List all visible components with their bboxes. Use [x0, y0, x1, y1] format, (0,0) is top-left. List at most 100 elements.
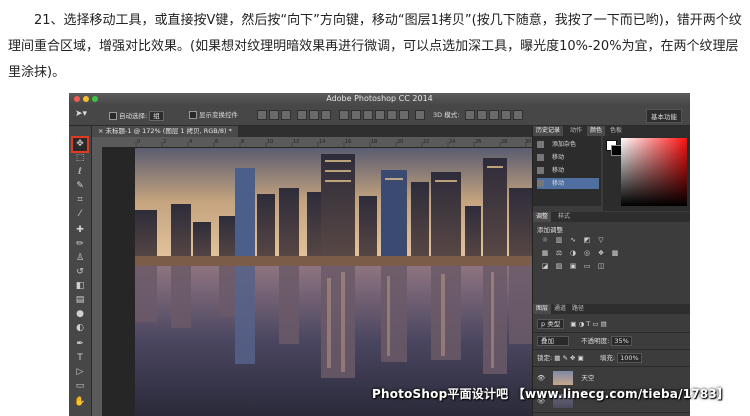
blend-mode-dropdown[interactable]: 叠加	[537, 336, 569, 346]
history-item[interactable]: 添加杂色	[537, 139, 599, 150]
tab-history[interactable]: 历史记录	[533, 126, 564, 136]
history-brush-tool-button[interactable]: ↺	[73, 266, 87, 279]
auto-align-icon[interactable]	[415, 110, 425, 120]
move-tool-button[interactable]: ✥	[71, 136, 89, 153]
show-transform-checkbox[interactable]	[189, 111, 197, 119]
align-vcenter-icon[interactable]	[269, 110, 279, 120]
color-balance-icon[interactable]: ⚖	[555, 249, 563, 257]
history-item-current[interactable]: 移动	[537, 178, 599, 189]
document-tab-bar: × 未标题-1 @ 172% (图层 1 拷贝, RGB/8) *	[92, 126, 532, 137]
3d-roll-icon[interactable]	[477, 110, 487, 120]
tab-color[interactable]: 颜色	[587, 126, 606, 136]
layer-thumbnail	[553, 371, 574, 385]
invert-icon[interactable]: ◪	[541, 262, 549, 270]
3d-rotate-icon[interactable]	[465, 110, 475, 120]
filter-type-icon[interactable]: T	[586, 320, 590, 328]
layer-kind-filter[interactable]: p 类型	[537, 319, 565, 329]
fill-input[interactable]: 100%	[617, 353, 642, 363]
blend-row: 叠加 不透明度: 35%	[533, 333, 690, 350]
clone-stamp-tool-button[interactable]: ♙	[73, 252, 87, 265]
blur-tool-button[interactable]: ●	[73, 308, 87, 321]
lock-paint-icon[interactable]: ✎	[563, 354, 568, 362]
tab-actions[interactable]: 动作	[567, 126, 585, 136]
lock-pixels-icon[interactable]: ▦	[554, 354, 560, 362]
history-item[interactable]: 移动	[537, 165, 599, 176]
align-bottom-icon[interactable]	[281, 110, 291, 120]
auto-select-dropdown[interactable]: 组	[149, 111, 164, 121]
workspace-switcher[interactable]: 基本功能	[646, 109, 682, 123]
lock-move-icon[interactable]: ✥	[570, 354, 575, 362]
brightness-icon[interactable]: ☼	[541, 236, 549, 244]
distribute-top-icon[interactable]	[339, 110, 349, 120]
hue-saturation-icon[interactable]: ▦	[541, 249, 549, 257]
visibility-eye-icon[interactable]: 👁	[537, 374, 545, 382]
show-transform-option[interactable]: 显示变换控件	[189, 111, 238, 119]
document-canvas[interactable]	[135, 148, 535, 416]
options-bar: ➤▾ 自动选择: 组 显示变换控件 3D 模式: 基本功能	[69, 105, 690, 126]
distribute-right-icon[interactable]	[399, 110, 409, 120]
ruler-label: 20	[397, 139, 403, 145]
quick-select-tool-button[interactable]: ✎	[73, 180, 87, 193]
tab-styles[interactable]: 样式	[555, 212, 573, 222]
levels-icon[interactable]: ▥	[555, 236, 563, 244]
path-select-tool-button[interactable]: ▷	[73, 366, 87, 379]
crop-tool-button[interactable]: ⌗	[73, 194, 87, 207]
filter-adjust-icon[interactable]: ◑	[579, 320, 585, 328]
gradient-map-icon[interactable]: ▭	[583, 262, 591, 270]
adjustment-icons: ☼ ▥ ∿ ◩ ▽ ▦ ⚖ ◑ ◎ ❖ ▩ ◪ ▨ ▣ ▭ ◫	[533, 236, 690, 276]
curves-icon[interactable]: ∿	[569, 236, 577, 244]
tab-layers[interactable]: 图层	[533, 304, 552, 314]
skyline-image	[135, 148, 535, 416]
photo-filter-icon[interactable]: ◎	[583, 249, 591, 257]
3d-scale-icon[interactable]	[513, 110, 523, 120]
tab-paths[interactable]: 路径	[569, 304, 587, 314]
distribute-bottom-icon[interactable]	[363, 110, 373, 120]
healing-brush-tool-button[interactable]: ✚	[73, 224, 87, 237]
color-lookup-icon[interactable]: ▩	[611, 249, 619, 257]
3d-slide-icon[interactable]	[501, 110, 511, 120]
tab-channels[interactable]: 通道	[551, 304, 569, 314]
align-left-icon[interactable]	[297, 110, 307, 120]
shape-tool-button[interactable]: ▭	[73, 380, 87, 393]
tab-swatches[interactable]: 色板	[607, 126, 625, 136]
move-tool-icon[interactable]: ➤▾	[75, 110, 87, 119]
auto-select-option[interactable]: 自动选择: 组	[109, 111, 164, 121]
3d-drag-icon[interactable]	[489, 110, 499, 120]
hand-tool-button[interactable]: ✋	[73, 396, 87, 409]
eraser-tool-button[interactable]: ◧	[73, 280, 87, 293]
document-tab[interactable]: × 未标题-1 @ 172% (图层 1 拷贝, RGB/8) *	[92, 126, 238, 137]
exposure-icon[interactable]: ◩	[583, 236, 591, 244]
tab-adjustments[interactable]: 调整	[533, 212, 552, 222]
marquee-tool-button[interactable]: ⬚	[73, 152, 87, 165]
align-top-icon[interactable]	[257, 110, 267, 120]
filter-smart-icon[interactable]: ▤	[601, 320, 607, 328]
auto-select-checkbox[interactable]	[109, 112, 117, 120]
vibrance-icon[interactable]: ▽	[597, 236, 605, 244]
channel-mixer-icon[interactable]: ❖	[597, 249, 605, 257]
opacity-input[interactable]: 35%	[611, 336, 632, 346]
distribute-vcenter-icon[interactable]	[351, 110, 361, 120]
eyedropper-tool-button[interactable]: ⁄	[73, 208, 87, 221]
filter-shape-icon[interactable]: ▭	[592, 320, 598, 328]
dodge-tool-button[interactable]: ◐	[73, 322, 87, 335]
lasso-tool-button[interactable]: ℓ	[73, 166, 87, 179]
history-item[interactable]: 移动	[537, 152, 599, 163]
brush-tool-button[interactable]: ✏	[73, 238, 87, 251]
threshold-icon[interactable]: ▣	[569, 262, 577, 270]
color-panel	[603, 136, 690, 211]
filter-pixel-icon[interactable]: ▣	[570, 320, 576, 328]
type-tool-button[interactable]: T	[73, 352, 87, 365]
distribute-hcenter-icon[interactable]	[387, 110, 397, 120]
align-hcenter-icon[interactable]	[309, 110, 319, 120]
align-right-icon[interactable]	[321, 110, 331, 120]
history-thumb-icon	[537, 167, 544, 174]
black-white-icon[interactable]: ◑	[569, 249, 577, 257]
lock-all-icon[interactable]: ▣	[578, 354, 584, 362]
gradient-tool-button[interactable]: ▤	[73, 294, 87, 307]
color-field[interactable]	[621, 138, 687, 206]
distribute-left-icon[interactable]	[375, 110, 385, 120]
close-tab-icon[interactable]: ×	[98, 127, 106, 135]
pen-tool-button[interactable]: ✒	[73, 338, 87, 351]
posterize-icon[interactable]: ▨	[555, 262, 563, 270]
selective-color-icon[interactable]: ◫	[597, 262, 605, 270]
